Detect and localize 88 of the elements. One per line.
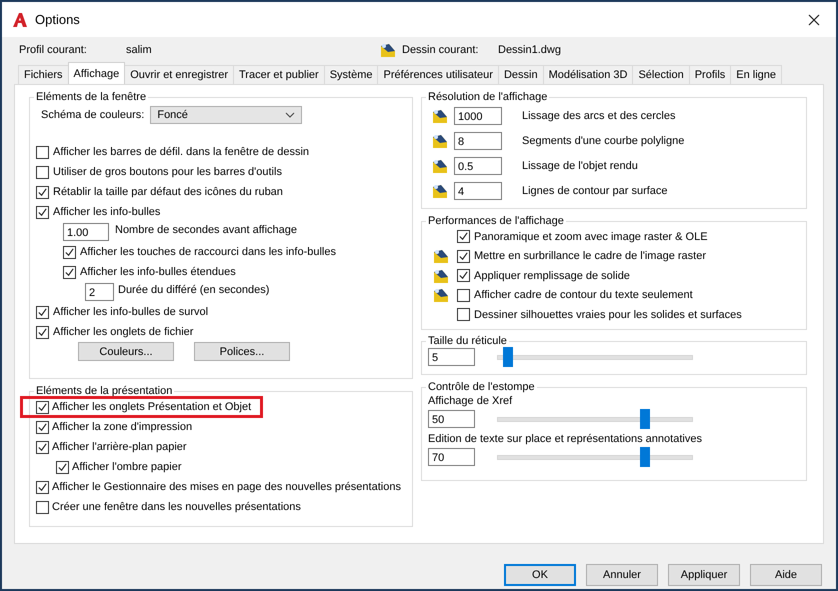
drawing-file-icon	[432, 132, 448, 148]
checkbox[interactable]	[36, 400, 49, 414]
group-title: Contrôle de l'estompe	[427, 381, 536, 393]
checkbox[interactable]	[457, 308, 470, 322]
checkbox-label: Afficher les info-bulles	[53, 206, 160, 218]
dialog-button[interactable]: Polices...	[194, 342, 290, 361]
tab[interactable]: En ligne	[730, 65, 782, 84]
slider-label: Edition de texte sur place et représentations annotatives	[428, 433, 703, 445]
dialog-button[interactable]: Appliquer	[668, 564, 740, 586]
input-field[interactable]: 0.5	[454, 156, 502, 174]
checkbox-label: Afficher le Gestionnaire des mises en page des nouvelles présentations	[52, 480, 401, 494]
field-label: Durée du différé (en secondes)	[118, 284, 270, 296]
app-logo-icon	[12, 12, 28, 28]
input-field[interactable]: 1000	[454, 106, 502, 124]
checkbox[interactable]	[63, 266, 76, 278]
dialog-button[interactable]: Aide	[750, 564, 822, 586]
checkbox-label: Créer une fenêtre dans les nouvelles présentations	[52, 500, 301, 514]
checkbox-label: Afficher les barres de défil. dans la fenêtre de dessin	[53, 146, 310, 158]
drawing-file-icon	[432, 182, 448, 198]
drawing-file-icon	[380, 42, 396, 58]
checkbox-label: Afficher l'arrière-plan papier	[52, 440, 187, 454]
close-icon[interactable]	[808, 14, 820, 26]
checkbox-label: Afficher les info-bulles étendues	[80, 266, 236, 278]
profile-value: salim	[126, 44, 153, 56]
checkbox[interactable]	[36, 326, 49, 338]
checkbox-label: Afficher les onglets de fichier	[53, 326, 194, 338]
group-title: Performances de l'affichage	[427, 215, 565, 227]
group-title: Eléments de la présentation	[35, 385, 174, 397]
checkbox-label: Dessiner silhouettes vraies pour les solides et surfaces	[474, 308, 742, 321]
field-label: Segments d'une courbe polyligne	[522, 134, 684, 146]
drawing-file-icon	[432, 108, 448, 124]
tab[interactable]: Affichage	[68, 62, 126, 84]
window-title: Options	[35, 12, 81, 27]
group-title: Résolution de l'affichage	[427, 91, 548, 103]
checkbox-label: Afficher la zone d'impression	[52, 420, 192, 434]
dialog-button[interactable]: Couleurs...	[78, 342, 174, 361]
dialog-button[interactable]: OK	[504, 564, 576, 586]
dialog-button[interactable]: Annuler	[586, 564, 658, 586]
input-field[interactable]: 1.00	[63, 223, 109, 241]
checkbox[interactable]	[457, 230, 470, 244]
checkbox-label: Afficher les info-bulles de survol	[53, 306, 208, 318]
checkbox-label: Afficher les onglets Présentation et Objet	[52, 400, 252, 414]
checkbox[interactable]	[63, 246, 76, 258]
field-label: Lissage de l'objet rendu	[522, 160, 638, 172]
group-title: Taille du réticule	[427, 335, 508, 347]
checkbox[interactable]	[457, 250, 470, 263]
checkbox[interactable]	[36, 186, 49, 198]
slider-thumb[interactable]	[502, 346, 513, 366]
checkbox-label: Afficher l'ombre papier	[72, 461, 182, 473]
slider-thumb[interactable]	[640, 408, 650, 428]
checkbox[interactable]	[36, 306, 49, 318]
checkbox[interactable]	[36, 480, 49, 494]
input-field[interactable]: 4	[454, 182, 502, 200]
checkbox-label: Rétablir la taille par défaut des icônes du ruban	[53, 186, 283, 198]
slider-label: Affichage de Xref	[428, 395, 514, 407]
checkbox[interactable]	[36, 420, 49, 434]
checkbox[interactable]	[36, 146, 49, 158]
input-field[interactable]: 2	[85, 283, 114, 301]
checkbox-label: Utiliser de gros boutons pour les barres d'outils	[53, 166, 282, 178]
chevron-down-icon	[285, 112, 296, 118]
input-field[interactable]: 50	[428, 410, 475, 428]
checkbox[interactable]	[36, 166, 49, 178]
input-field[interactable]: 8	[454, 132, 502, 150]
checkbox-label: Panoramique et zoom avec image raster & OLE	[474, 230, 708, 243]
drawing-label: Dessin courant:	[402, 44, 480, 56]
checkbox[interactable]	[36, 206, 49, 218]
field-label: Nombre de secondes avant affichage	[115, 224, 298, 236]
drawing-file-icon	[432, 158, 448, 174]
input-field[interactable]: 5	[428, 348, 475, 366]
slider-thumb[interactable]	[640, 446, 650, 466]
checkbox[interactable]	[457, 269, 470, 282]
drawing-value: Dessin1.dwg	[498, 44, 561, 56]
field-label: Lissage des arcs et des cercles	[522, 110, 676, 122]
color-scheme-dropdown[interactable]: Foncé	[150, 106, 302, 124]
profile-label: Profil courant:	[18, 44, 88, 56]
checkbox[interactable]	[36, 500, 49, 514]
checkbox-label: Afficher les touches de raccourci dans les info-bulles	[80, 246, 336, 258]
field-label: Lignes de contour par surface	[522, 184, 668, 196]
input-field[interactable]: 70	[428, 448, 475, 466]
group-title: Eléments de la fenêtre	[35, 91, 148, 103]
checkbox[interactable]	[457, 288, 470, 302]
checkbox[interactable]	[56, 460, 69, 474]
checkbox-label: Appliquer remplissage de solide	[474, 270, 630, 282]
checkbox-label: Mettre en surbrillance le cadre de l'image raster	[474, 250, 706, 262]
checkbox-label: Afficher cadre de contour du texte seulement	[474, 289, 693, 302]
tab[interactable]: Fichiers	[18, 65, 69, 84]
color-scheme-label: Schéma de couleurs:	[41, 109, 144, 121]
checkbox[interactable]	[36, 440, 49, 454]
